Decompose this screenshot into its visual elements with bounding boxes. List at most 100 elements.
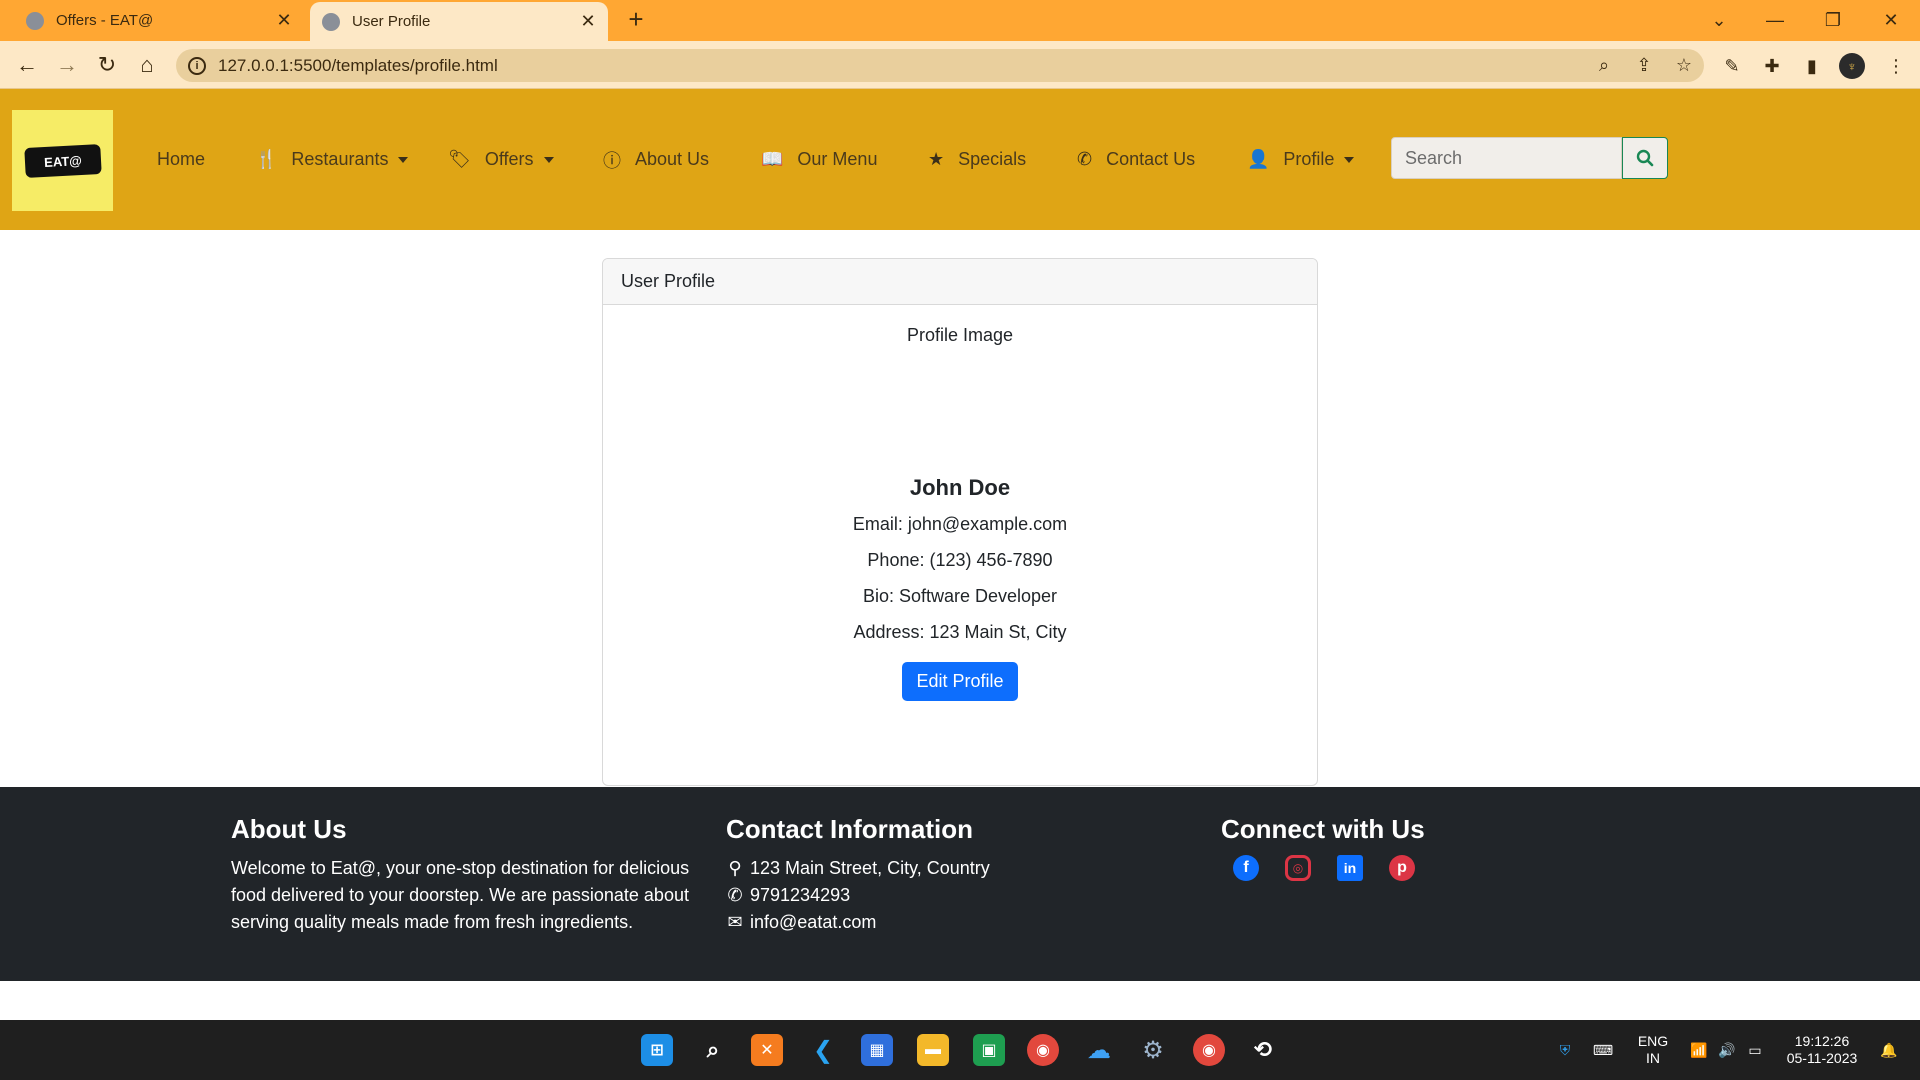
battery-icon[interactable]: ▭ [1742,1020,1768,1080]
close-tab-icon[interactable]: ✕ [574,11,602,32]
footer-about-text: Welcome to Eat@, your one-stop destinati… [231,858,690,932]
restore-icon[interactable]: ❐ [1804,0,1862,41]
nav-label: Home [157,149,206,169]
site-navbar: EAT@ Home 🍴 Restaurants 🏷 Offers ⓘ About… [0,89,1920,230]
side-panel-icon[interactable]: ▮ [1799,53,1825,79]
user-icon: 👤 [1247,149,1270,169]
clock[interactable]: 19:12:26 05-11-2023 [1776,1020,1868,1080]
footer-connect-title: Connect with Us [1221,814,1425,844]
search-button[interactable] [1622,137,1668,179]
nav-label: Offers [484,149,534,169]
close-tab-icon[interactable]: ✕ [270,10,298,31]
footer-about-title: About Us [231,814,347,844]
profile-address: Address: 123 Main St, City [853,622,1067,642]
social-links: f ◎ in p [1233,855,1551,881]
logo-text: EAT@ [43,152,82,169]
nav-offers[interactable]: 🏷 Offers [448,89,554,230]
contact-address: ⚲ 123 Main Street, City, Country [726,855,1146,882]
url-text[interactable]: 127.0.0.1:5500/templates/profile.html [218,56,1584,76]
microsoft-store-icon[interactable]: ▦ [861,1034,893,1066]
minimize-icon[interactable]: — [1746,0,1804,41]
puzzle-extensions-icon[interactable]: ✚ [1759,53,1785,79]
tab-title: Offers - EAT@ [56,12,154,29]
security-shield-icon[interactable]: ⛨ [1551,1020,1579,1080]
xampp-icon[interactable]: ✕ [751,1034,783,1066]
profile-email: Email: john@example.com [852,514,1068,534]
windows-start-icon[interactable]: ⊞ [641,1034,673,1066]
tags-icon: 🏷 [448,149,471,169]
phone-icon: ✆ [1077,149,1093,169]
profile-avatar-icon[interactable]: ♆ [1839,53,1865,79]
browser-tab-offers[interactable]: Offers - EAT@ ✕ [14,0,304,41]
nav-home[interactable]: Home [157,89,205,230]
envelope-icon: ✉ [727,912,743,932]
info-circle-icon: ⓘ [603,150,621,171]
tab-search-chevron-icon[interactable]: ⌄ [1690,0,1748,41]
linkedin-icon[interactable]: in [1337,855,1363,881]
clock-time: 19:12:26 [1794,1033,1850,1049]
new-tab-button[interactable]: + [622,6,650,34]
nav-our-menu[interactable]: 📖 Our Menu [761,89,877,230]
logo-badge: EAT@ [23,143,102,178]
globe-icon [26,11,44,30]
language-indicator[interactable]: ENG IN [1628,1020,1678,1080]
footer-about: About Us Welcome to Eat@, your one-stop … [231,814,701,936]
nav-contact-us[interactable]: ✆ Contact Us [1077,89,1195,230]
settings-gear-icon[interactable]: ⚙ [1137,1034,1169,1066]
profile-phone: Phone: (123) 456-7890 [867,550,1053,570]
share-icon[interactable]: ⇪ [1624,49,1664,82]
browser-toolbar: ← → ↻ ⌂ i 127.0.0.1:5500/templates/profi… [0,41,1920,89]
contact-email: ✉ info@eatat.com [726,909,1146,936]
vscode-icon[interactable]: ❮ [807,1034,839,1066]
classroom-icon[interactable]: ▣ [973,1034,1005,1066]
nav-specials[interactable]: ★ Specials [928,89,1026,230]
globe-icon [322,12,340,31]
chrome-profile-icon[interactable]: ◉ [1193,1034,1225,1066]
address-bar[interactable]: i 127.0.0.1:5500/templates/profile.html … [176,49,1704,82]
tab-title: User Profile [352,13,431,30]
site-info-icon[interactable]: i [188,56,206,75]
footer-connect: Connect with Us f ◎ in p [1221,814,1551,881]
nav-profile[interactable]: 👤 Profile [1247,89,1355,230]
reload-icon[interactable]: ↻ [91,49,123,81]
bookmark-star-icon[interactable]: ☆ [1664,49,1704,82]
clock-date: 05-11-2023 [1786,1050,1858,1066]
forward-arrow-icon[interactable]: → [51,49,83,81]
contact-email-text: info@eatat.com [750,912,877,932]
wifi-icon[interactable]: 📶 [1686,1020,1712,1080]
browser-menu-icon[interactable]: ⋮ [1883,53,1909,79]
extension-icon[interactable]: ✎ [1719,53,1745,79]
card-header: User Profile [603,259,1317,305]
pinterest-icon[interactable]: p [1389,855,1415,881]
profile-image: Profile Image [906,325,1014,345]
caret-down-icon [398,156,409,163]
site-logo[interactable]: EAT@ [12,110,113,211]
instagram-icon[interactable]: ◎ [1285,855,1311,881]
search-input[interactable] [1391,137,1622,179]
contact-phone-text: 9791234293 [750,885,851,905]
notification-bell-icon[interactable]: 🔔 [1874,1020,1904,1080]
edit-profile-button[interactable]: Edit Profile [902,662,1018,701]
nav-label: Profile [1283,149,1335,169]
browser-tab-user-profile[interactable]: User Profile ✕ [310,2,608,41]
home-icon[interactable]: ⌂ [131,49,163,81]
close-window-icon[interactable]: ✕ [1862,0,1920,41]
caret-down-icon [1344,156,1355,163]
contact-phone: ✆ 9791234293 [726,882,1146,909]
keyboard-icon[interactable]: ⌨ [1588,1020,1618,1080]
back-arrow-icon[interactable]: ← [11,49,43,81]
search-icon[interactable]: ⌕ [697,1034,729,1066]
volume-icon[interactable]: 🔊 [1714,1020,1740,1080]
chrome-icon[interactable]: ◉ [1027,1034,1059,1066]
github-desktop-icon[interactable]: ⟲ [1247,1034,1279,1066]
nav-label: About Us [635,149,710,169]
zoom-icon[interactable]: ⌕ [1584,49,1624,82]
nav-restaurants[interactable]: 🍴 Restaurants [255,89,409,230]
file-explorer-icon[interactable]: ▬ [917,1034,949,1066]
nav-label: Our Menu [797,149,878,169]
nav-about-us[interactable]: ⓘ About Us [603,89,709,230]
nav-label: Restaurants [291,149,389,169]
facebook-icon[interactable]: f [1233,855,1259,881]
onedrive-icon[interactable]: ☁ [1083,1034,1115,1066]
profile-name: John Doe [909,475,1011,500]
